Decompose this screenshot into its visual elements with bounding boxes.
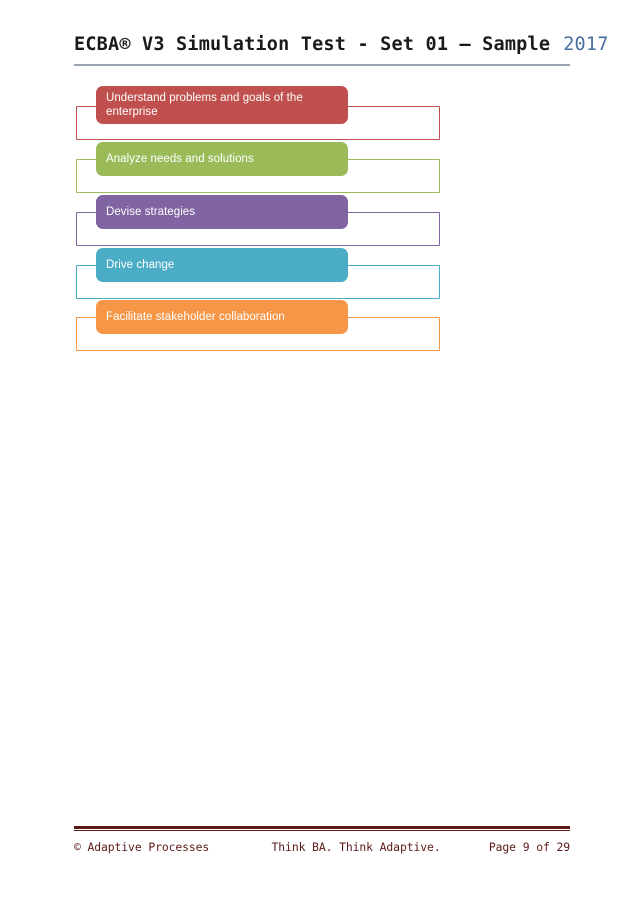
list-item[interactable]: Facilitate stakeholder collaboration (74, 300, 446, 353)
list-item-label: Analyze needs and solutions (106, 153, 254, 165)
document-page: ECBA® V3 Simulation Test - Set 01 – Samp… (0, 0, 638, 903)
list-item-label: Facilitate stakeholder collaboration (106, 311, 285, 324)
item-bar[interactable]: Drive change (96, 247, 348, 282)
list-item[interactable]: Devise strategies (74, 194, 446, 248)
header-title-row: ECBA® V3 Simulation Test - Set 01 – Samp… (74, 34, 608, 64)
business-analysis-core-concepts-list: Understand problems and goals of the ent… (74, 86, 446, 353)
header-rule (74, 64, 570, 66)
item-bar[interactable]: Facilitate stakeholder collaboration (96, 300, 348, 335)
list-item-label: Devise strategies (106, 205, 196, 218)
item-bar[interactable]: Understand problems and goals of the ent… (96, 86, 348, 124)
list-item[interactable]: Analyze needs and solutions (74, 142, 446, 195)
footer-text-row: © Adaptive Processes Think BA. Think Ada… (74, 840, 570, 854)
list-item[interactable]: Understand problems and goals of the ent… (74, 86, 446, 142)
item-bar[interactable]: Analyze needs and solutions (96, 142, 348, 176)
list-item-label: Drive change (106, 258, 175, 271)
footer-page-number: Page 9 of 29 (488, 840, 570, 855)
footer-copyright: © Adaptive Processes (74, 840, 210, 855)
footer-rule-thin (74, 830, 570, 832)
header-year: 2017 (563, 34, 609, 55)
page-title: ECBA® V3 Simulation Test - Set 01 – Samp… (74, 34, 551, 55)
page-footer: © Adaptive Processes Think BA. Think Ada… (74, 826, 570, 854)
list-item-label: Understand problems and goals of the ent… (106, 92, 303, 118)
footer-tagline: Think BA. Think Adaptive. (271, 840, 441, 855)
list-item[interactable]: Drive change (74, 247, 446, 301)
page-header: ECBA® V3 Simulation Test - Set 01 – Samp… (74, 34, 608, 68)
item-bar[interactable]: Devise strategies (96, 194, 348, 229)
